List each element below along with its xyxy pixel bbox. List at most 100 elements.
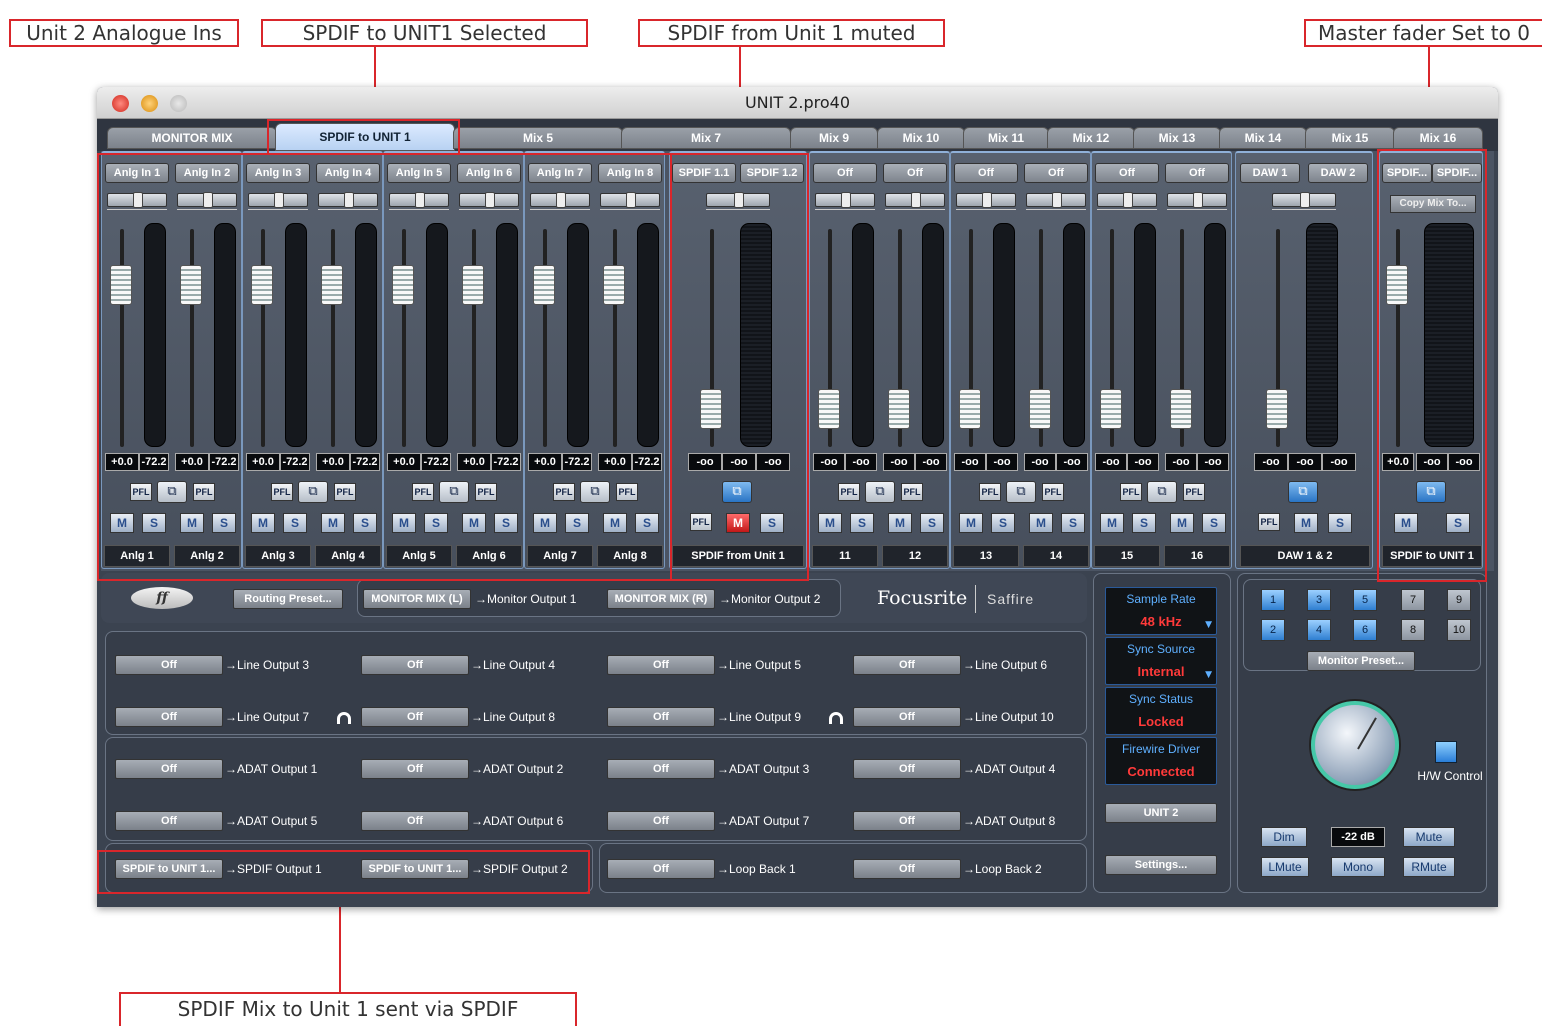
- pan-control[interactable]: [248, 192, 308, 208]
- input-select-button[interactable]: Off: [1095, 163, 1159, 183]
- pan-knob[interactable]: [911, 192, 921, 208]
- tab-mix-16[interactable]: Mix 16: [1393, 127, 1483, 149]
- input-select-button[interactable]: Off: [954, 163, 1018, 183]
- settings-button[interactable]: Settings...: [1105, 855, 1217, 875]
- mute-button[interactable]: M: [1029, 513, 1053, 533]
- pan-control[interactable]: [600, 192, 660, 208]
- output-source-button[interactable]: Off: [115, 655, 223, 675]
- pan-control[interactable]: [177, 192, 237, 208]
- fader-knob[interactable]: [392, 265, 414, 305]
- right-mute-button[interactable]: RMute: [1403, 857, 1455, 877]
- left-mute-button[interactable]: LMute: [1261, 857, 1309, 877]
- input-select-button[interactable]: Anlg In 4: [316, 163, 380, 183]
- tab-mix-11[interactable]: Mix 11: [963, 127, 1049, 149]
- solo-button[interactable]: S: [1132, 513, 1156, 533]
- speaker-10-button[interactable]: 10: [1447, 619, 1471, 641]
- pan-knob[interactable]: [1193, 192, 1203, 208]
- pan-knob[interactable]: [485, 192, 495, 208]
- pan-control[interactable]: [885, 192, 945, 208]
- output-source-button[interactable]: Off: [853, 655, 961, 675]
- pan-control[interactable]: [389, 192, 449, 208]
- pan-knob[interactable]: [734, 192, 744, 208]
- volume-knob[interactable]: [1311, 701, 1399, 789]
- loopback-2-source[interactable]: Off: [853, 859, 961, 879]
- speaker-2-button[interactable]: 2: [1261, 619, 1285, 641]
- tab-mix-9[interactable]: Mix 9: [790, 127, 878, 149]
- output-source-button[interactable]: Off: [115, 811, 223, 831]
- pfl-button[interactable]: PFL: [271, 483, 293, 501]
- pan-control[interactable]: [1167, 192, 1227, 208]
- output-source-button[interactable]: Off: [853, 759, 961, 779]
- pan-knob[interactable]: [1300, 192, 1310, 208]
- fader-knob[interactable]: [1100, 389, 1122, 429]
- stereo-link-icon[interactable]: ⧉: [439, 481, 469, 503]
- stereo-link-icon[interactable]: ⧉: [1288, 481, 1318, 503]
- pfl-button[interactable]: PFL: [1183, 483, 1205, 501]
- input-select-button[interactable]: Off: [1165, 163, 1229, 183]
- pfl-button[interactable]: PFL: [616, 483, 638, 501]
- stereo-link-icon[interactable]: ⧉: [580, 481, 610, 503]
- pfl-button[interactable]: PFL: [1042, 483, 1064, 501]
- stereo-link-icon[interactable]: ⧉: [298, 481, 328, 503]
- fader-knob[interactable]: [1266, 389, 1288, 429]
- input-select-button[interactable]: SPDIF 1.2: [740, 163, 804, 183]
- pfl-button[interactable]: PFL: [553, 483, 575, 501]
- pan-control[interactable]: [1272, 192, 1336, 208]
- mute-button[interactable]: M: [110, 513, 134, 533]
- speaker-8-button[interactable]: 8: [1401, 619, 1425, 641]
- pan-knob[interactable]: [841, 192, 851, 208]
- output-source-button[interactable]: Off: [607, 759, 715, 779]
- solo-button[interactable]: S: [635, 513, 659, 533]
- speaker-5-button[interactable]: 5: [1353, 589, 1377, 611]
- speaker-9-button[interactable]: 9: [1447, 589, 1471, 611]
- stereo-link-icon[interactable]: ⧉: [865, 481, 895, 503]
- output-source-button[interactable]: Off: [607, 655, 715, 675]
- input-select-button[interactable]: Off: [813, 163, 877, 183]
- fader-knob[interactable]: [700, 389, 722, 429]
- output-select-button[interactable]: SPDIF...: [1382, 163, 1432, 183]
- input-select-button[interactable]: Anlg In 1: [105, 163, 169, 183]
- fader-knob[interactable]: [603, 265, 625, 305]
- pan-knob[interactable]: [1052, 192, 1062, 208]
- fader-knob[interactable]: [462, 265, 484, 305]
- solo-button[interactable]: S: [142, 513, 166, 533]
- pan-control[interactable]: [1097, 192, 1157, 208]
- stereo-link-icon[interactable]: ⧉: [1006, 481, 1036, 503]
- input-select-button[interactable]: SPDIF 1.1: [672, 163, 736, 183]
- tab-mix-14[interactable]: Mix 14: [1219, 127, 1307, 149]
- tab-mix-5[interactable]: Mix 5: [453, 127, 623, 149]
- input-select-button[interactable]: Anlg In 6: [457, 163, 521, 183]
- pan-knob[interactable]: [982, 192, 992, 208]
- stereo-link-icon[interactable]: ⧉: [1147, 481, 1177, 503]
- solo-button[interactable]: S: [1446, 513, 1470, 533]
- pfl-button[interactable]: PFL: [334, 483, 356, 501]
- pfl-button[interactable]: PFL: [901, 483, 923, 501]
- mute-button[interactable]: M: [603, 513, 627, 533]
- mute-button[interactable]: M: [321, 513, 345, 533]
- pan-control[interactable]: [956, 192, 1016, 208]
- monitor-right-source[interactable]: MONITOR MIX (R): [607, 589, 715, 609]
- fader-knob[interactable]: [959, 389, 981, 429]
- solo-button[interactable]: S: [850, 513, 874, 533]
- solo-button[interactable]: S: [494, 513, 518, 533]
- input-select-button[interactable]: DAW 1: [1240, 163, 1300, 183]
- output-source-button[interactable]: Off: [361, 759, 469, 779]
- tab-mix-15[interactable]: Mix 15: [1305, 127, 1395, 149]
- fader-knob[interactable]: [1170, 389, 1192, 429]
- routing-preset-button[interactable]: Routing Preset...: [233, 589, 343, 609]
- mute-button[interactable]: M: [251, 513, 275, 533]
- output-source-button[interactable]: Off: [115, 759, 223, 779]
- pan-knob[interactable]: [344, 192, 354, 208]
- input-select-button[interactable]: Anlg In 5: [387, 163, 451, 183]
- solo-button[interactable]: S: [565, 513, 589, 533]
- output-source-button[interactable]: Off: [853, 811, 961, 831]
- pfl-button[interactable]: PFL: [1258, 513, 1280, 531]
- output-select-button[interactable]: SPDIF...: [1432, 163, 1482, 183]
- sample-rate-display[interactable]: Sample Rate 48 kHz ▼: [1105, 587, 1217, 635]
- mute-button[interactable]: M: [392, 513, 416, 533]
- mute-button[interactable]: M: [959, 513, 983, 533]
- speaker-7-button[interactable]: 7: [1401, 589, 1425, 611]
- pan-control[interactable]: [1026, 192, 1086, 208]
- pfl-button[interactable]: PFL: [1120, 483, 1142, 501]
- mute-button[interactable]: M: [1170, 513, 1194, 533]
